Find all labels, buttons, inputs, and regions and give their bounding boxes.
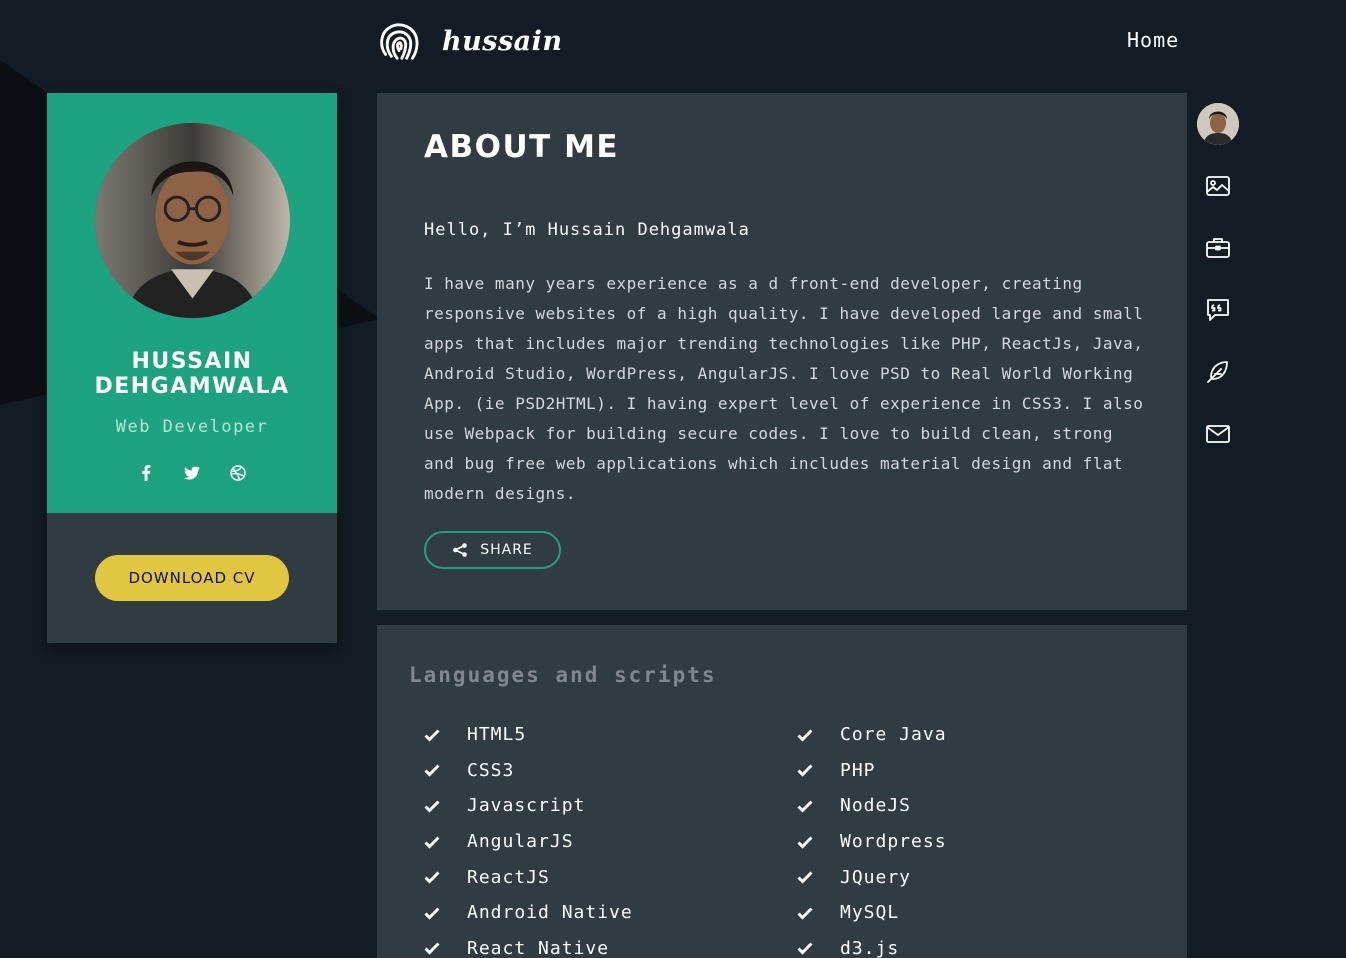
nav-home-link[interactable]: Home bbox=[1127, 28, 1179, 52]
share-icon bbox=[453, 543, 468, 557]
list-item: Core Java bbox=[797, 717, 947, 753]
skill-label: JQuery bbox=[840, 866, 912, 888]
check-icon bbox=[424, 729, 440, 742]
list-item: PHP bbox=[797, 753, 947, 789]
check-icon bbox=[424, 871, 440, 884]
list-item: MySQL bbox=[797, 895, 947, 931]
dribbble-icon[interactable] bbox=[228, 463, 248, 483]
skill-label: Android Native bbox=[467, 902, 633, 924]
check-icon bbox=[797, 836, 813, 849]
site-logo[interactable]: hussain bbox=[376, 18, 563, 64]
list-item: d3.js bbox=[797, 931, 947, 958]
skill-label: HTML5 bbox=[467, 724, 527, 746]
side-navigation bbox=[1197, 103, 1241, 455]
list-item: Javascript bbox=[424, 788, 633, 824]
facebook-icon[interactable] bbox=[136, 463, 156, 483]
about-title: ABOUT ME bbox=[424, 129, 620, 165]
skill-label: Javascript bbox=[467, 795, 586, 817]
skill-label: Core Java bbox=[840, 724, 947, 746]
share-button[interactable]: SHARE bbox=[424, 531, 561, 569]
skills-section: Languages and scripts HTML5 CSS3 Javascr… bbox=[377, 625, 1187, 958]
profile-name: HUSSAIN DEHGAMWALA bbox=[94, 349, 290, 399]
profile-role: Web Developer bbox=[115, 417, 269, 437]
list-item: AngularJS bbox=[424, 824, 633, 860]
side-nav-profile[interactable] bbox=[1197, 103, 1239, 145]
about-greeting: Hello, I’m Hussain Dehgamwala bbox=[424, 220, 750, 240]
share-label: SHARE bbox=[480, 542, 533, 558]
quote-icon[interactable] bbox=[1197, 289, 1239, 331]
skills-column-1: HTML5 CSS3 Javascript AngularJS ReactJS … bbox=[424, 717, 633, 958]
fingerprint-icon bbox=[380, 23, 419, 60]
skill-label: Wordpress bbox=[840, 831, 947, 853]
list-item: HTML5 bbox=[424, 717, 633, 753]
list-item: Android Native bbox=[424, 895, 633, 931]
skill-label: ReactJS bbox=[467, 866, 550, 888]
check-icon bbox=[797, 942, 813, 955]
check-icon bbox=[797, 907, 813, 920]
check-icon bbox=[797, 729, 813, 742]
list-item: CSS3 bbox=[424, 753, 633, 789]
briefcase-icon[interactable] bbox=[1197, 227, 1239, 269]
skills-title: Languages and scripts bbox=[409, 663, 717, 687]
about-description: I have many years experience as a d fron… bbox=[424, 274, 1144, 503]
mail-icon[interactable] bbox=[1197, 413, 1239, 455]
twitter-icon[interactable] bbox=[182, 463, 202, 483]
skills-column-2: Core Java PHP NodeJS Wordpress JQuery My… bbox=[797, 717, 947, 958]
check-icon bbox=[424, 764, 440, 778]
social-links bbox=[47, 463, 337, 483]
list-item: Wordpress bbox=[797, 824, 947, 860]
profile-card: HUSSAIN DEHGAMWALA Web Developer DOWNLOA… bbox=[47, 93, 337, 643]
list-item: ReactJS bbox=[424, 859, 633, 895]
download-cv-button[interactable]: DOWNLOAD CV bbox=[95, 555, 289, 601]
list-item: JQuery bbox=[797, 859, 947, 895]
list-item: NodeJS bbox=[797, 788, 947, 824]
check-icon bbox=[797, 871, 813, 884]
list-item: React Native bbox=[424, 931, 633, 958]
profile-header: HUSSAIN DEHGAMWALA Web Developer bbox=[47, 93, 337, 513]
skill-label: d3.js bbox=[840, 937, 900, 958]
check-icon bbox=[797, 800, 813, 813]
skill-label: AngularJS bbox=[467, 831, 574, 853]
skill-label: CSS3 bbox=[467, 759, 515, 781]
check-icon bbox=[797, 764, 813, 778]
portfolio-icon[interactable] bbox=[1197, 165, 1239, 207]
check-icon bbox=[424, 836, 440, 849]
skill-label: MySQL bbox=[840, 902, 900, 924]
profile-avatar bbox=[95, 123, 290, 318]
logo-text: hussain bbox=[442, 25, 563, 57]
about-section: ABOUT ME Hello, I’m Hussain Dehgamwala I… bbox=[377, 93, 1187, 610]
check-icon bbox=[424, 942, 440, 955]
check-icon bbox=[424, 907, 440, 920]
check-icon bbox=[424, 800, 440, 813]
skill-label: PHP bbox=[840, 759, 876, 781]
skill-label: NodeJS bbox=[840, 795, 912, 817]
skill-label: React Native bbox=[467, 937, 610, 958]
feather-icon[interactable] bbox=[1197, 351, 1239, 393]
